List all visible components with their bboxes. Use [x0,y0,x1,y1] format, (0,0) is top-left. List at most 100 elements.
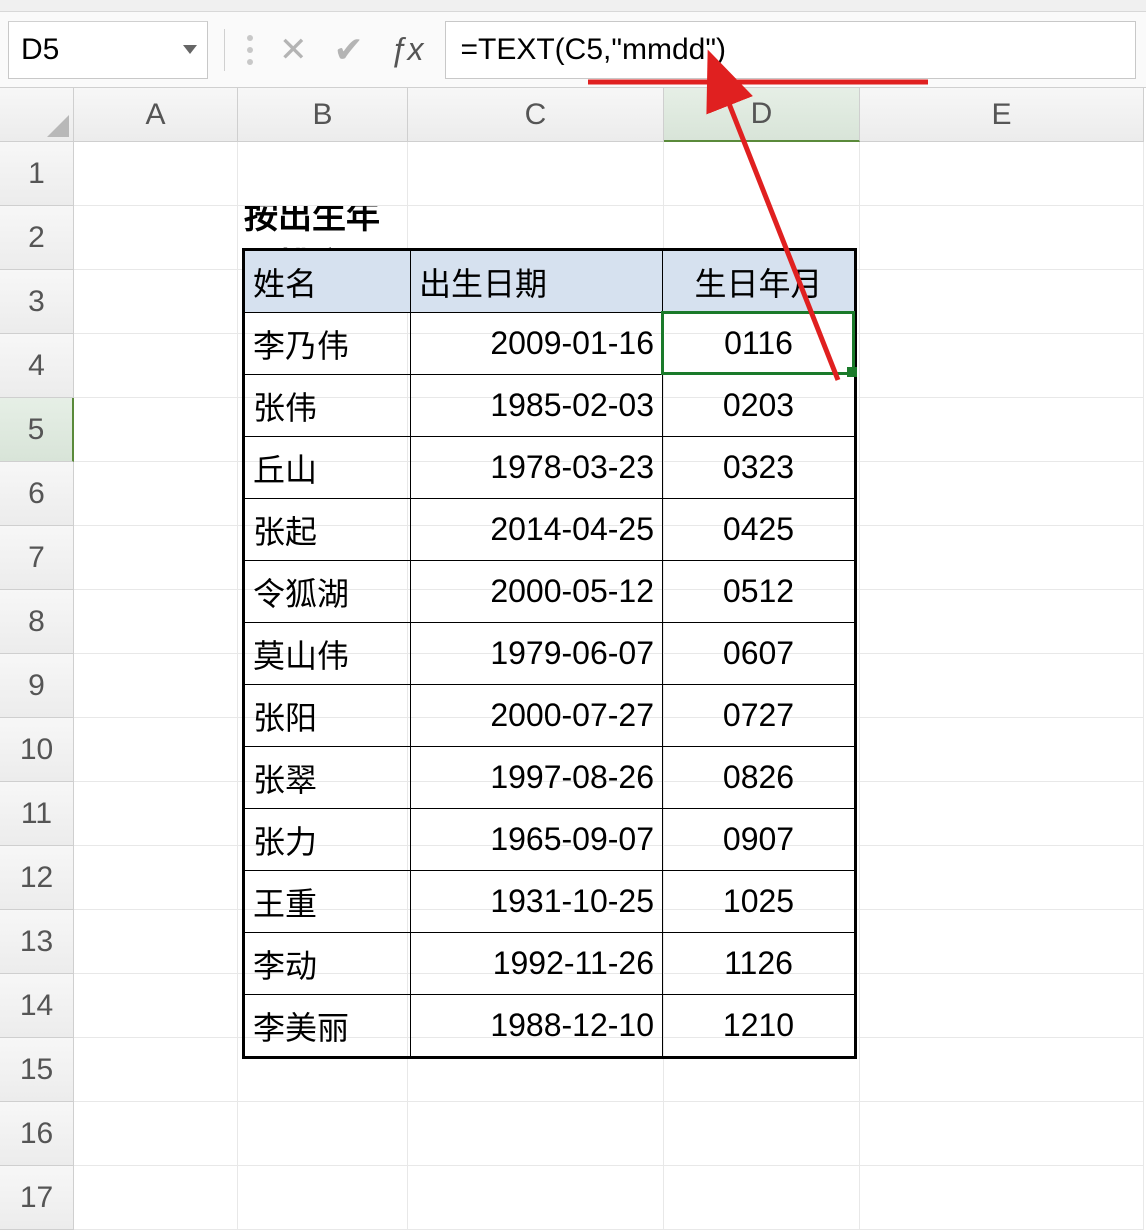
cell-E1[interactable] [860,142,1144,206]
row-header-6[interactable]: 6 [0,462,74,526]
row-header-13[interactable]: 13 [0,910,74,974]
cell-name[interactable]: 丘山 [245,437,411,499]
table-row[interactable]: 张力 1965-09-07 0907 [245,809,855,871]
table-row[interactable]: 丘山 1978-03-23 0323 [245,437,855,499]
cell-D1[interactable] [664,142,860,206]
cell-mmdd[interactable]: 0607 [663,623,855,685]
select-all-corner[interactable] [0,88,74,142]
cell-date[interactable]: 2014-04-25 [411,499,663,561]
cell-date[interactable]: 1992-11-26 [411,933,663,995]
cell-mmdd[interactable]: 0203 [663,375,855,437]
cell-A5[interactable] [74,398,238,462]
cell-mmdd[interactable]: 0425 [663,499,855,561]
row-header-9[interactable]: 9 [0,654,74,718]
cell-A4[interactable] [74,334,238,398]
cell-mmdd[interactable]: 0907 [663,809,855,871]
table-row[interactable]: 张起 2014-04-25 0425 [245,499,855,561]
row-header-8[interactable]: 8 [0,590,74,654]
cell-C17[interactable] [408,1166,664,1230]
chevron-down-icon[interactable] [183,45,197,54]
cell-mmdd[interactable]: 1025 [663,871,855,933]
cell-mmdd[interactable]: 1126 [663,933,855,995]
cell-name[interactable]: 张力 [245,809,411,871]
cell-E17[interactable] [860,1166,1144,1230]
row-header-17[interactable]: 17 [0,1166,74,1230]
table-row[interactable]: 张翠 1997-08-26 0826 [245,747,855,809]
cell-A14[interactable] [74,974,238,1038]
cell-name[interactable]: 李动 [245,933,411,995]
cell-C1[interactable] [408,142,664,206]
cell-date[interactable]: 1988-12-10 [411,995,663,1057]
cell-A2[interactable] [74,206,238,270]
cell-mmdd[interactable]: 0826 [663,747,855,809]
cell-A17[interactable] [74,1166,238,1230]
cell-E16[interactable] [860,1102,1144,1166]
cell-mmdd[interactable]: 1210 [663,995,855,1057]
cell-date[interactable]: 1978-03-23 [411,437,663,499]
cell-date[interactable]: 2000-07-27 [411,685,663,747]
cell-E4[interactable] [860,334,1144,398]
cell-date[interactable]: 2009-01-16 [411,313,663,375]
cell-E11[interactable] [860,782,1144,846]
cell-E8[interactable] [860,590,1144,654]
col-header-A[interactable]: A [74,88,238,142]
cell-name[interactable]: 令狐湖 [245,561,411,623]
enter-icon[interactable]: ✔ [334,29,364,71]
cell-mmdd[interactable]: 0727 [663,685,855,747]
table-header[interactable]: 姓名 [245,251,411,313]
col-header-E[interactable]: E [860,88,1144,142]
cell-name[interactable]: 莫山伟 [245,623,411,685]
cell-D17[interactable] [664,1166,860,1230]
cell-date[interactable]: 1931-10-25 [411,871,663,933]
cell-A7[interactable] [74,526,238,590]
cell-A1[interactable] [74,142,238,206]
cell-C16[interactable] [408,1102,664,1166]
cell-B17[interactable] [238,1166,408,1230]
cell-E5[interactable] [860,398,1144,462]
cell-mmdd[interactable]: 0323 [663,437,855,499]
table-row[interactable]: 张伟 1985-02-03 0203 [245,375,855,437]
cell-name[interactable]: 王重 [245,871,411,933]
table-row[interactable]: 李动 1992-11-26 1126 [245,933,855,995]
cell-A3[interactable] [74,270,238,334]
cell-name[interactable]: 张伟 [245,375,411,437]
cell-date[interactable]: 1985-02-03 [411,375,663,437]
table-row[interactable]: 令狐湖 2000-05-12 0512 [245,561,855,623]
cell-E9[interactable] [860,654,1144,718]
row-header-15[interactable]: 15 [0,1038,74,1102]
cell-E7[interactable] [860,526,1144,590]
table-row[interactable]: 王重 1931-10-25 1025 [245,871,855,933]
name-box[interactable]: D5 [8,21,208,79]
table-row[interactable]: 李美丽 1988-12-10 1210 [245,995,855,1057]
cell-E6[interactable] [860,462,1144,526]
table-row[interactable]: 莫山伟 1979-06-07 0607 [245,623,855,685]
cell-mmdd[interactable]: 0512 [663,561,855,623]
row-header-16[interactable]: 16 [0,1102,74,1166]
cell-E3[interactable] [860,270,1144,334]
cell-A13[interactable] [74,910,238,974]
cell-date[interactable]: 1965-09-07 [411,809,663,871]
cell-E14[interactable] [860,974,1144,1038]
cell-date[interactable]: 1997-08-26 [411,747,663,809]
cell-E10[interactable] [860,718,1144,782]
cell-A8[interactable] [74,590,238,654]
cell-E15[interactable] [860,1038,1144,1102]
table-row[interactable]: 张阳 2000-07-27 0727 [245,685,855,747]
cell-E13[interactable] [860,910,1144,974]
cell-A9[interactable] [74,654,238,718]
cell-E12[interactable] [860,846,1144,910]
cell-A11[interactable] [74,782,238,846]
fx-icon[interactable]: ƒx [390,31,424,68]
row-header-3[interactable]: 3 [0,270,74,334]
cell-D16[interactable] [664,1102,860,1166]
cell-name[interactable]: 张起 [245,499,411,561]
row-header-4[interactable]: 4 [0,334,74,398]
cell-name[interactable]: 李美丽 [245,995,411,1057]
row-header-11[interactable]: 11 [0,782,74,846]
cell-date[interactable]: 2000-05-12 [411,561,663,623]
cell-A12[interactable] [74,846,238,910]
cell-date[interactable]: 1979-06-07 [411,623,663,685]
row-header-7[interactable]: 7 [0,526,74,590]
row-header-14[interactable]: 14 [0,974,74,1038]
table-header[interactable]: 出生日期 [411,251,663,313]
